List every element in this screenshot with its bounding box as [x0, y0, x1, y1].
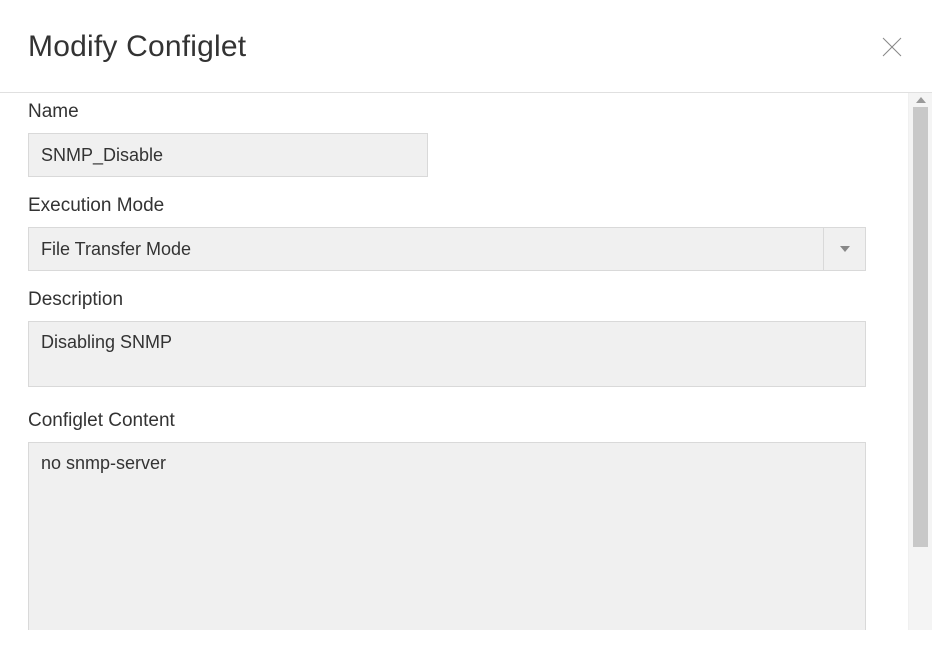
description-label: Description: [28, 289, 880, 311]
execution-mode-value: File Transfer Mode: [29, 228, 823, 270]
execution-mode-select[interactable]: File Transfer Mode: [28, 227, 866, 271]
name-label: Name: [28, 101, 880, 123]
modal-header: Modify Configlet: [0, 0, 932, 93]
modal-body: Name Execution Mode File Transfer Mode D…: [0, 93, 932, 630]
execution-mode-field-group: Execution Mode File Transfer Mode: [28, 195, 880, 271]
name-field-group: Name: [28, 101, 880, 177]
modal-title: Modify Configlet: [28, 30, 246, 64]
scroll-up-button[interactable]: [909, 93, 932, 107]
close-icon: [881, 36, 903, 58]
configlet-content-field-group: Configlet Content: [28, 410, 880, 630]
description-input[interactable]: [28, 321, 866, 387]
configlet-content-label: Configlet Content: [28, 410, 880, 432]
execution-mode-label: Execution Mode: [28, 195, 880, 217]
scroll-thumb[interactable]: [913, 107, 928, 547]
description-field-group: Description: [28, 289, 880, 392]
form-content: Name Execution Mode File Transfer Mode D…: [0, 93, 908, 630]
close-button[interactable]: [880, 35, 904, 59]
name-input[interactable]: [28, 133, 428, 177]
chevron-up-icon: [916, 97, 926, 103]
chevron-down-icon: [840, 246, 850, 252]
scrollbar[interactable]: [908, 93, 932, 630]
configlet-content-input[interactable]: [28, 442, 866, 630]
execution-mode-caret: [823, 228, 865, 270]
